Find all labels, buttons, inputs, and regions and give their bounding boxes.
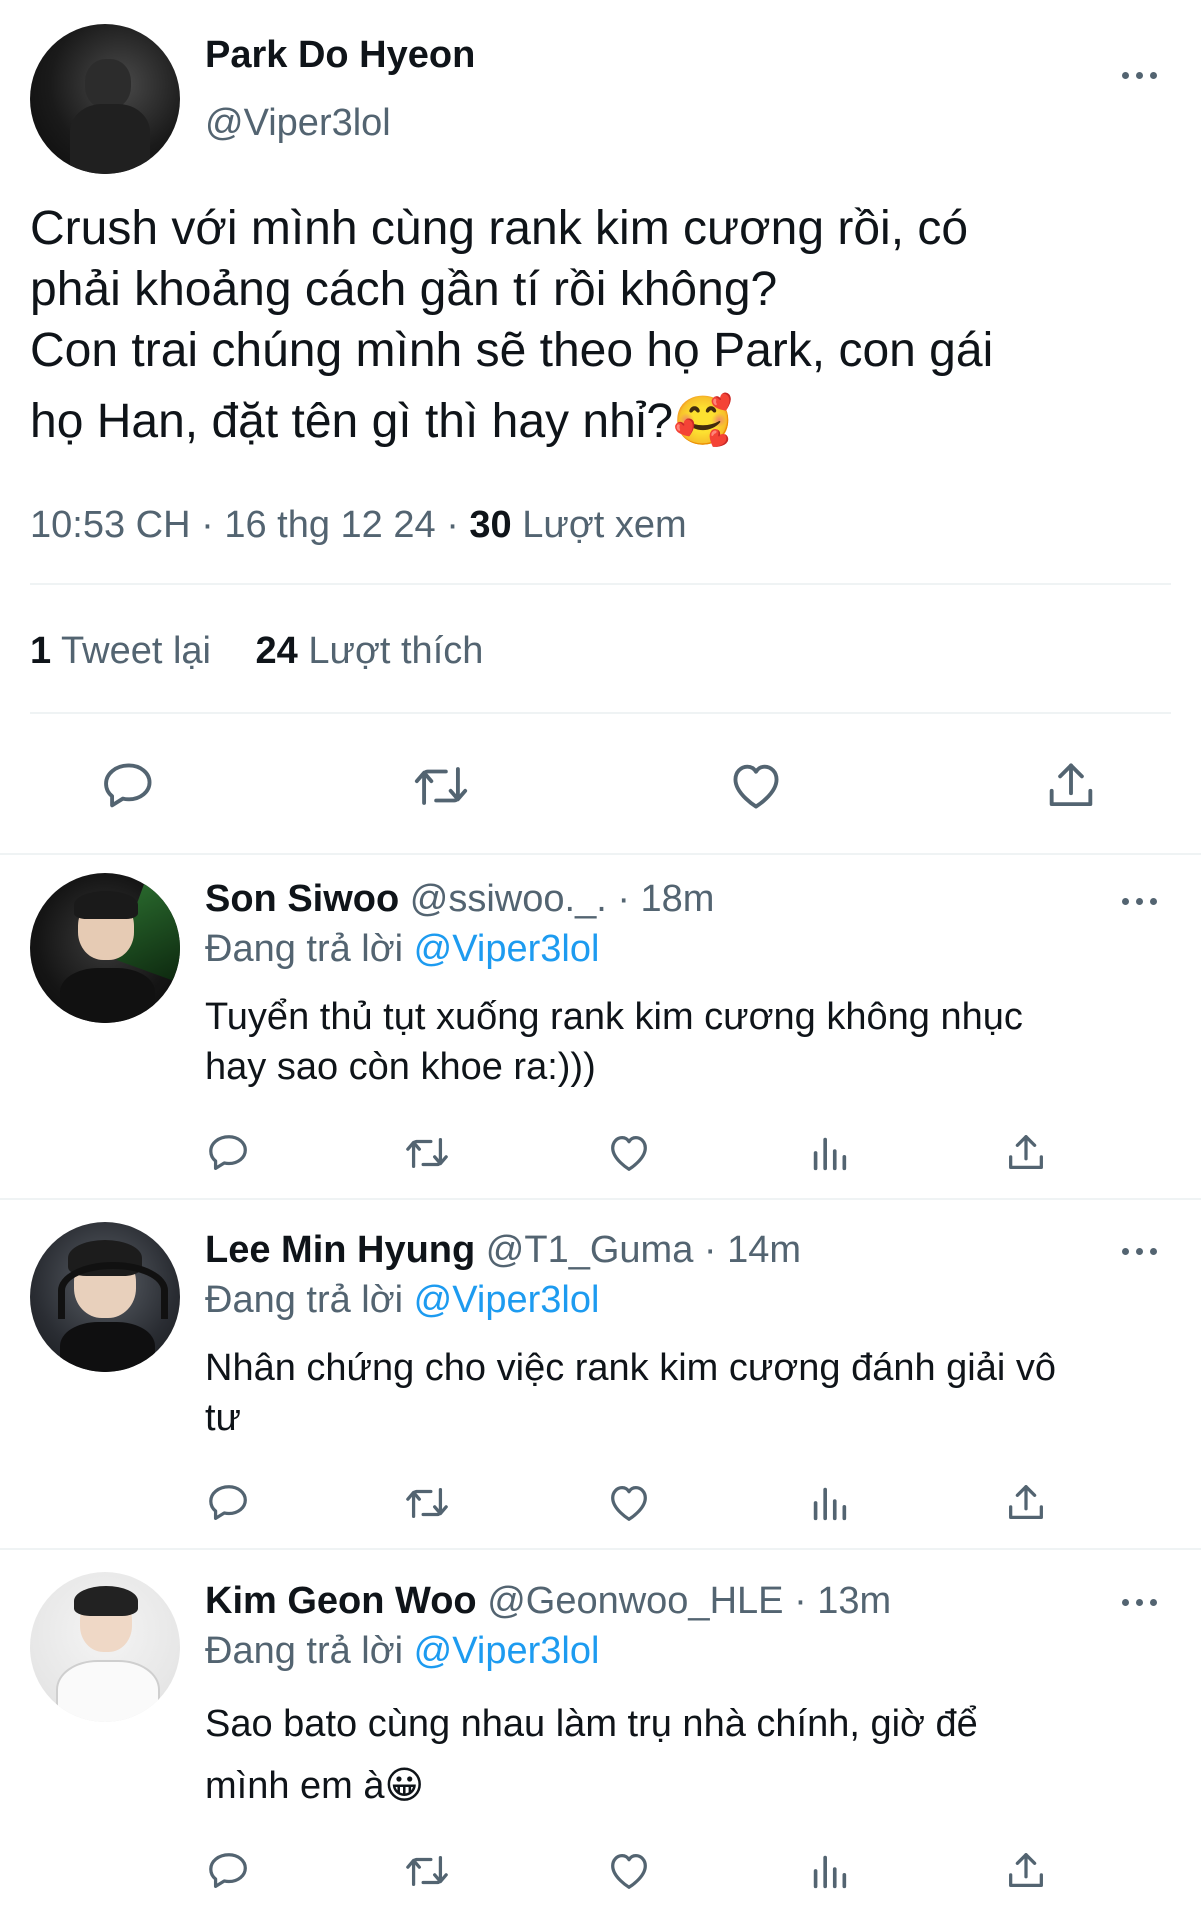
- reply-author-name[interactable]: Lee Min Hyung: [205, 1229, 475, 1271]
- tweet-stats: 1 Tweet lại 24 Lượt thích: [30, 630, 483, 673]
- tweet-text: Crush với mình cùng rank kim cương rồi, …: [30, 198, 1180, 452]
- reply-handle[interactable]: @T1_Guma: [486, 1229, 694, 1271]
- replying-to-link[interactable]: @Viper3lol: [414, 1279, 600, 1321]
- replying-to: Đang trả lời @Viper3lol: [205, 1279, 600, 1321]
- tweet-text-line: họ Han, đặt tên gì thì hay nhỉ?: [30, 395, 674, 448]
- retweet-icon[interactable]: [410, 757, 472, 815]
- tweet-text-line: Con trai chúng mình sẽ theo họ Park, con…: [30, 324, 994, 377]
- reply-text: Nhân chứng cho việc rank kim cương đánh …: [205, 1347, 1057, 1439]
- share-icon[interactable]: [1003, 1848, 1049, 1894]
- reply-handle[interactable]: @ssiwoo._.: [410, 878, 607, 920]
- section-divider: [0, 853, 1201, 855]
- share-icon[interactable]: [1003, 1480, 1049, 1526]
- reply-icon[interactable]: [100, 757, 158, 815]
- emoji: 🥰: [673, 395, 733, 448]
- replying-to: Đang trả lời @Viper3lol: [205, 1630, 600, 1672]
- author-name[interactable]: Park Do Hyeon: [205, 34, 475, 77]
- reply-avatar[interactable]: [30, 1222, 180, 1372]
- reply-header: Kim Geon Woo @Geonwoo_HLE · 13m: [205, 1580, 891, 1623]
- reply-text: Sao bato cùng nhau làm trụ nhà chính, gi…: [205, 1703, 978, 1807]
- reply-icon[interactable]: [206, 1130, 252, 1176]
- analytics-icon[interactable]: [806, 1130, 852, 1176]
- section-divider: [0, 1198, 1201, 1200]
- reply-avatar[interactable]: [30, 1572, 180, 1722]
- retweets-stat[interactable]: 1 Tweet lại: [30, 630, 222, 672]
- reply-author-name[interactable]: Son Siwoo: [205, 878, 399, 920]
- more-icon[interactable]: [1122, 1240, 1162, 1260]
- tweet-time[interactable]: 10:53 CH: [30, 504, 191, 546]
- like-icon[interactable]: [606, 1848, 652, 1894]
- views-count: 30: [469, 504, 512, 546]
- retweet-icon[interactable]: [402, 1480, 452, 1526]
- analytics-icon[interactable]: [806, 1480, 852, 1526]
- divider: [30, 712, 1171, 714]
- reply-text: Tuyển thủ tụt xuống rank kim cương không…: [205, 996, 1023, 1088]
- divider: [30, 583, 1171, 585]
- reply-header: Lee Min Hyung @T1_Guma · 14m: [205, 1229, 801, 1272]
- like-icon[interactable]: [727, 757, 785, 815]
- author-avatar[interactable]: [30, 24, 180, 174]
- tweet-text-line: phải khoảng cách gần tí rồi không?: [30, 263, 778, 316]
- tweet-text-line: Crush với mình cùng rank kim cương rồi, …: [30, 202, 969, 255]
- views-label: Lượt xem: [522, 504, 687, 546]
- reply-icon[interactable]: [206, 1848, 252, 1894]
- replying-to-link[interactable]: @Viper3lol: [414, 928, 600, 970]
- tweet-meta: 10:53 CH · 16 thg 12 24 · 30 Lượt xem: [30, 504, 687, 546]
- reply-icon[interactable]: [206, 1480, 252, 1526]
- reply-time[interactable]: · 18m: [617, 878, 714, 920]
- replying-to: Đang trả lời @Viper3lol: [205, 928, 600, 970]
- like-icon[interactable]: [606, 1130, 652, 1176]
- more-icon[interactable]: [1122, 1591, 1162, 1611]
- share-icon[interactable]: [1042, 757, 1100, 815]
- analytics-icon[interactable]: [806, 1848, 852, 1894]
- more-icon[interactable]: [1122, 890, 1162, 910]
- retweet-icon[interactable]: [402, 1848, 452, 1894]
- more-icon[interactable]: [1122, 64, 1162, 84]
- author-handle[interactable]: @Viper3lol: [205, 102, 391, 145]
- tweet-date[interactable]: 16 thg 12 24: [224, 504, 435, 546]
- share-icon[interactable]: [1003, 1130, 1049, 1176]
- reply-handle[interactable]: @Geonwoo_HLE: [487, 1580, 783, 1622]
- reply-author-name[interactable]: Kim Geon Woo: [205, 1580, 477, 1622]
- reply-header: Son Siwoo @ssiwoo._. · 18m: [205, 878, 714, 921]
- likes-stat[interactable]: 24 Lượt thích: [256, 630, 484, 672]
- retweet-icon[interactable]: [402, 1130, 452, 1176]
- reply-time[interactable]: · 14m: [704, 1229, 801, 1271]
- reply-time[interactable]: · 13m: [794, 1580, 891, 1622]
- section-divider: [0, 1548, 1201, 1550]
- reply-avatar[interactable]: [30, 873, 180, 1023]
- emoji: 😀: [384, 1765, 425, 1807]
- like-icon[interactable]: [606, 1480, 652, 1526]
- replying-to-link[interactable]: @Viper3lol: [414, 1630, 600, 1672]
